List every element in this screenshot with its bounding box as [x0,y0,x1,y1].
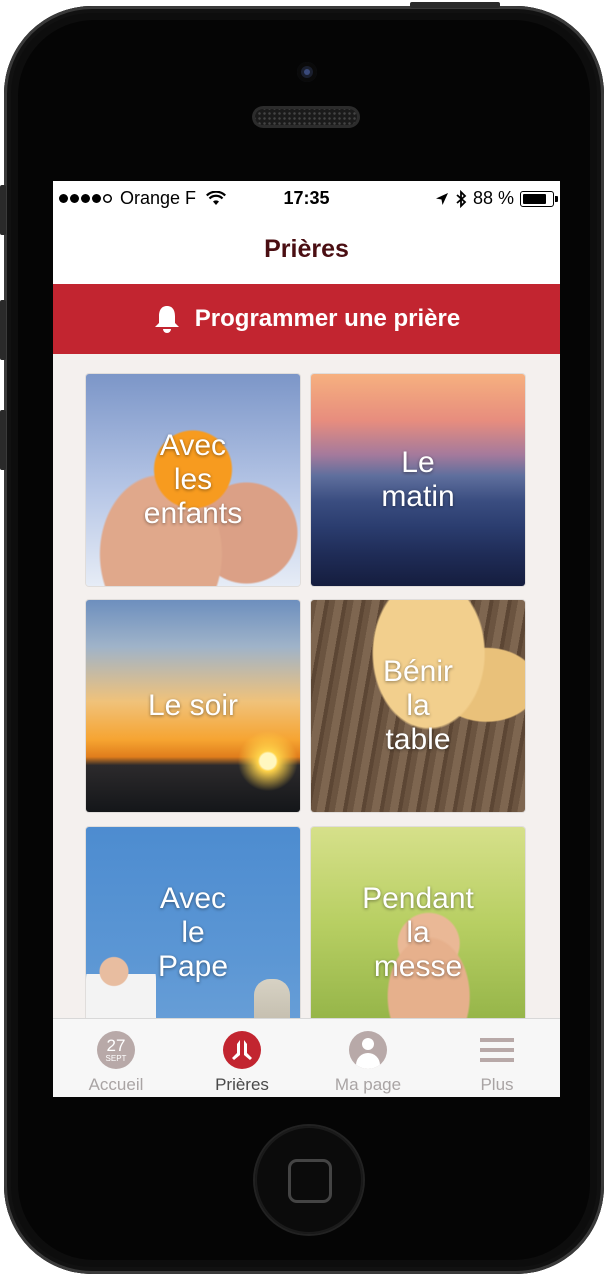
status-bar: Orange F 17:35 88 % [53,181,560,215]
tile-avec-les-enfants[interactable]: Avec les enfants [86,374,300,586]
bell-icon [154,306,179,333]
bluetooth-icon [456,189,467,208]
volume-up-button [0,300,6,360]
screen: Orange F 17:35 88 % Prières Programmer u… [53,181,560,1097]
tile-le-soir[interactable]: Le soir [86,600,300,812]
tab-label: Plus [480,1075,514,1094]
schedule-prayer-label: Programmer une prière [194,305,461,332]
tile-label: Avec les enfants [143,429,243,530]
tab-prieres[interactable]: Prières [179,1019,305,1097]
tile-label: Pendant la messe [362,882,474,983]
tile-benir-la-table[interactable]: Bénir la table [311,600,525,812]
tile-label: Le soir [147,689,239,722]
tab-bar: 27 SEPT Accueil Prières Ma page Plus [53,1018,560,1097]
tile-label: Bénir la table [382,655,454,756]
schedule-prayer-button[interactable]: Programmer une prière [53,284,560,354]
tab-plus[interactable]: Plus [434,1019,560,1097]
mute-switch [0,185,6,235]
tab-ma-page[interactable]: Ma page [305,1019,431,1097]
earpiece-speaker [252,106,360,128]
battery-fill [523,193,546,204]
tile-le-matin[interactable]: Le matin [311,374,525,586]
prayer-grid: Avec les enfants Le matin Le soir Bénir … [53,354,560,1018]
tile-label: Avec le Pape [157,882,229,983]
front-camera [297,62,317,82]
person-icon [349,1031,387,1069]
home-button[interactable] [255,1126,363,1234]
location-arrow-icon [435,192,448,205]
calendar-day: 27 [106,1035,126,1055]
page-title: Prières [264,234,349,263]
status-right-group: 88 % [435,188,558,209]
volume-down-button [0,410,6,470]
tile-pendant-la-messe[interactable]: Pendant la messe [311,827,525,1018]
power-button [410,2,500,8]
tab-label: Ma page [334,1075,402,1094]
battery-icon [520,190,558,207]
tile-label: Le matin [381,446,455,513]
tab-accueil[interactable]: 27 SEPT Accueil [53,1019,179,1097]
calendar-icon: 27 SEPT [97,1031,135,1069]
praying-hands-icon [223,1031,261,1069]
tab-label: Accueil [88,1075,144,1094]
calendar-month: SEPT [105,1053,127,1063]
menu-icon [478,1031,516,1069]
battery-percent: 88 % [472,188,514,208]
tab-label: Prières [215,1075,269,1094]
praying-hands-glyph [232,1040,252,1060]
navigation-bar: Prières [53,215,560,283]
tile-avec-le-pape[interactable]: Avec le Pape [86,827,300,1018]
home-button-icon [288,1159,332,1203]
